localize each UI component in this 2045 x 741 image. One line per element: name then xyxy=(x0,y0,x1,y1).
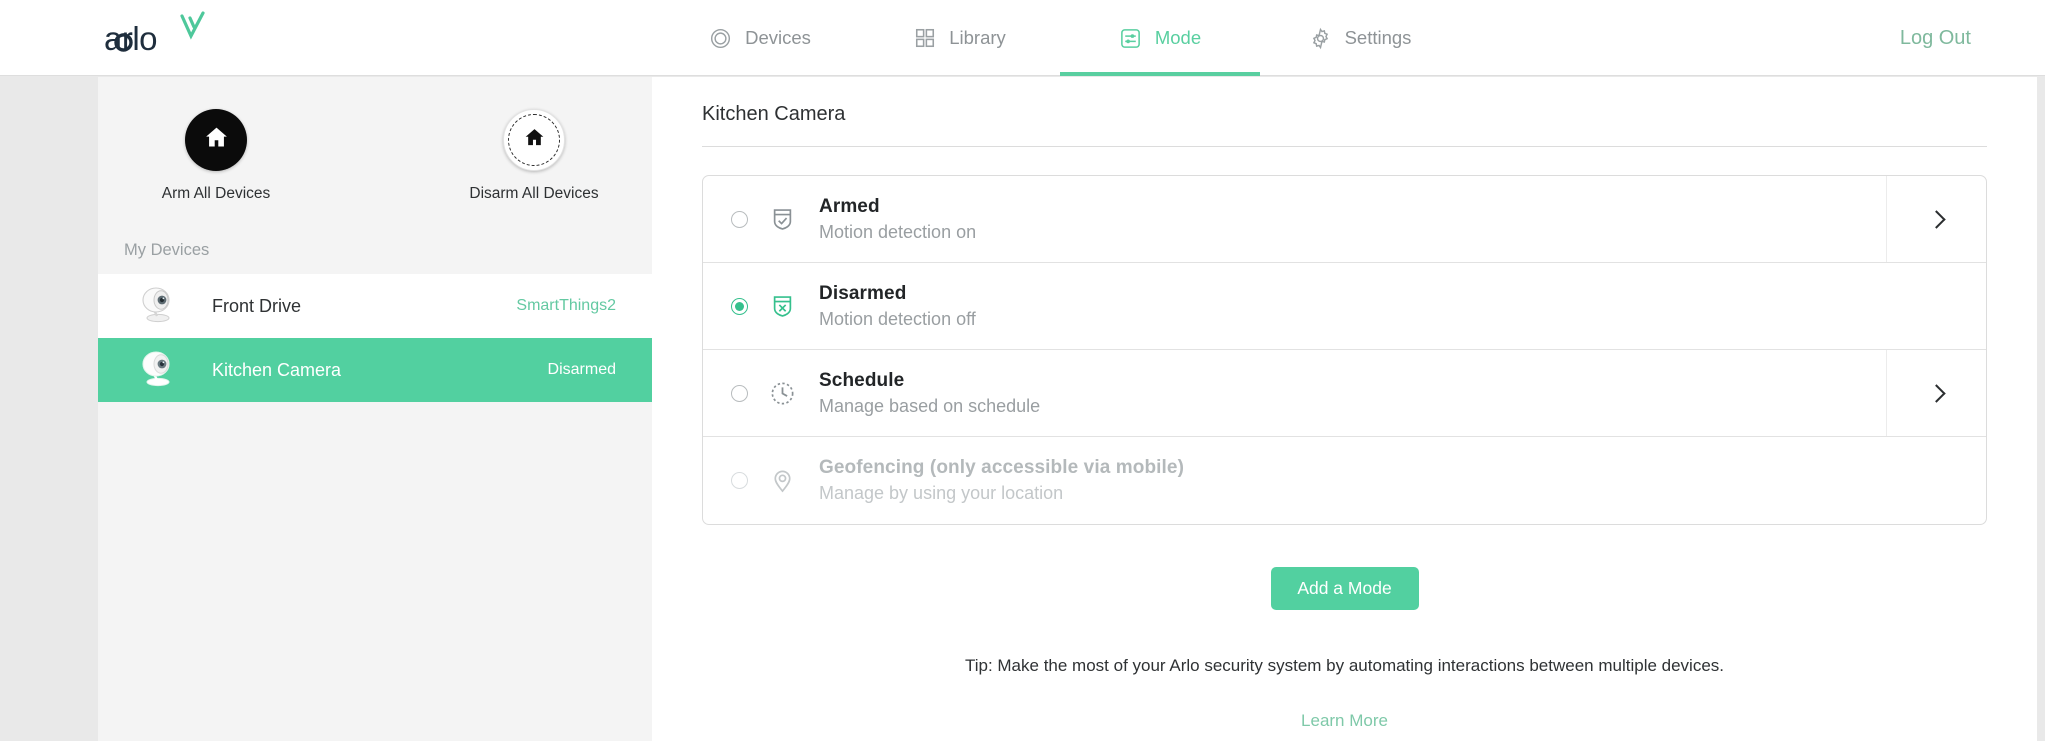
device-list: Front Drive SmartThings2 Kitchen Camera … xyxy=(98,274,652,402)
arlo-logo[interactable]: arlo xyxy=(104,8,214,64)
main-content-panel: Kitchen Camera Armed Motion detection on xyxy=(652,77,2037,741)
mode-radio-armed[interactable] xyxy=(731,210,748,228)
mode-detail-chevron-schedule[interactable] xyxy=(1886,350,1986,436)
arm-all-circle xyxy=(185,109,247,171)
nav-label-settings: Settings xyxy=(1344,27,1412,48)
arm-all-label: Arm All Devices xyxy=(161,185,271,202)
shield-x-icon xyxy=(767,291,797,321)
mode-description: Manage based on schedule xyxy=(819,395,1041,416)
device-row-kitchen-camera[interactable]: Kitchen Camera Disarmed xyxy=(98,338,652,402)
mode-list-card: Armed Motion detection on Disarmed Motio… xyxy=(702,175,1987,525)
arm-all-devices-button[interactable]: Arm All Devices xyxy=(131,109,301,203)
home-icon xyxy=(203,124,230,156)
title-divider xyxy=(702,146,1987,147)
mode-description: Motion detection on xyxy=(819,221,977,242)
mode-name: Disarmed xyxy=(819,282,907,304)
nav-label-mode: Mode xyxy=(1154,27,1202,48)
camera-icon xyxy=(132,284,184,328)
disarm-all-devices-button[interactable]: Disarm All Devices xyxy=(449,109,619,203)
mode-row-schedule[interactable]: Schedule Manage based on schedule xyxy=(703,350,1986,437)
mode-text-armed: Armed Motion detection on xyxy=(819,196,1886,243)
clock-icon xyxy=(767,378,797,408)
add-a-mode-button[interactable]: Add a Mode xyxy=(1270,567,1419,610)
device-name: Kitchen Camera xyxy=(212,359,342,380)
mode-name: Armed xyxy=(819,195,880,217)
device-status: Disarmed xyxy=(547,361,616,378)
mode-name: Geofencing (only accessible via mobile) xyxy=(819,457,1185,478)
map-pin-icon xyxy=(767,466,797,496)
device-sidebar: Arm All Devices Disarm All Devices My De… xyxy=(98,77,652,741)
mode-radio-geofencing xyxy=(731,472,748,489)
device-status: SmartThings2 xyxy=(516,297,616,314)
disarm-all-circle xyxy=(503,109,565,171)
mode-radio-disarmed[interactable] xyxy=(731,297,748,315)
learn-more-link[interactable]: Learn More xyxy=(652,711,2037,731)
disarm-all-label: Disarm All Devices xyxy=(469,185,599,202)
mode-radio-schedule[interactable] xyxy=(731,384,748,402)
main-nav: Devices Library Mode Settings xyxy=(660,0,1460,76)
sliders-icon xyxy=(1119,27,1142,50)
tip-text: Tip: Make the most of your Arlo security… xyxy=(964,656,1725,675)
mode-text-schedule: Schedule Manage based on schedule xyxy=(819,370,1886,417)
nav-item-mode[interactable]: Mode xyxy=(1060,0,1260,76)
logout-button[interactable]: Log Out xyxy=(1900,0,1971,76)
top-navigation-bar: arlo Devices Library Mode Settings Log O… xyxy=(0,0,2045,76)
grid-icon xyxy=(914,27,936,49)
mode-text-geofencing: Geofencing (only accessible via mobile) … xyxy=(819,457,1886,504)
nav-label-devices: Devices xyxy=(745,27,811,48)
my-devices-section-label: My Devices xyxy=(124,241,210,259)
camera-lens-icon xyxy=(709,27,732,50)
gear-icon xyxy=(1309,27,1332,50)
mode-text-disarmed: Disarmed Motion detection off xyxy=(819,283,1886,330)
home-icon xyxy=(523,126,546,154)
nav-item-settings[interactable]: Settings xyxy=(1260,0,1460,76)
active-tab-underline xyxy=(1060,72,1260,76)
logout-label: Log Out xyxy=(1899,26,1971,49)
device-row-front-drive[interactable]: Front Drive SmartThings2 xyxy=(98,274,652,338)
mode-row-geofencing: Geofencing (only accessible via mobile) … xyxy=(703,437,1986,524)
chevron-right-icon xyxy=(1927,383,1946,403)
app-body: Arm All Devices Disarm All Devices My De… xyxy=(0,77,2045,741)
shield-check-icon xyxy=(767,204,797,234)
nav-label-library: Library xyxy=(949,27,1006,48)
nav-item-library[interactable]: Library xyxy=(860,0,1060,76)
nav-item-devices[interactable]: Devices xyxy=(660,0,860,76)
device-name: Front Drive xyxy=(212,295,302,316)
page-title: Kitchen Camera xyxy=(702,103,846,125)
chevron-right-icon xyxy=(1927,209,1946,229)
mode-row-disarmed[interactable]: Disarmed Motion detection off xyxy=(703,263,1986,350)
quick-action-row: Arm All Devices Disarm All Devices xyxy=(98,77,652,203)
svg-text:arlo: arlo xyxy=(104,20,157,57)
camera-icon xyxy=(132,348,184,392)
mode-description: Motion detection off xyxy=(819,308,976,329)
mode-row-armed[interactable]: Armed Motion detection on xyxy=(703,176,1986,263)
mode-description: Manage by using your location xyxy=(819,483,1064,503)
mode-name: Schedule xyxy=(819,369,905,391)
mode-detail-chevron-armed[interactable] xyxy=(1886,176,1986,262)
